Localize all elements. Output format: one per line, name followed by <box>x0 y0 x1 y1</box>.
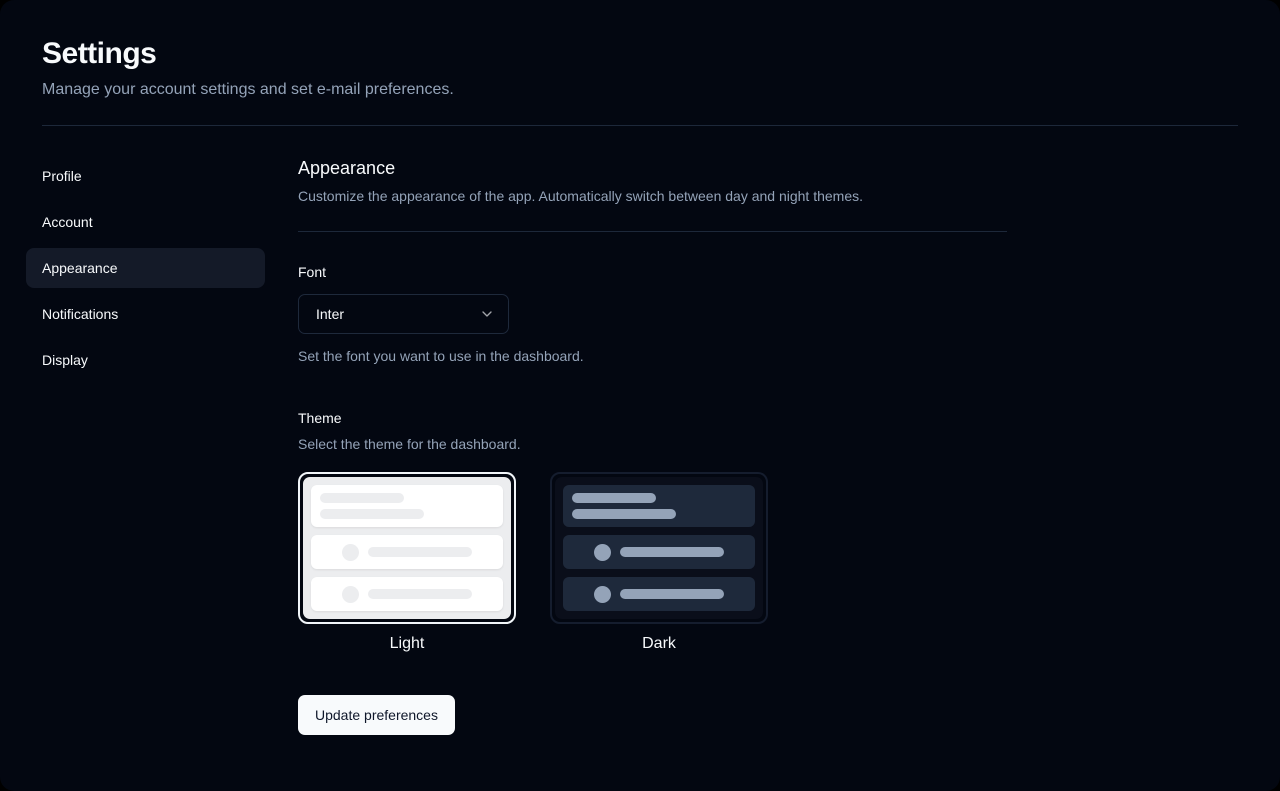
settings-page: Settings Manage your account settings an… <box>0 0 1280 791</box>
theme-option-light-label: Light <box>389 635 425 653</box>
theme-field-label: Theme <box>298 409 342 426</box>
skeleton-bar <box>320 493 404 504</box>
light-theme-preview <box>298 472 516 625</box>
skeleton-bar <box>368 547 472 558</box>
skeleton-bar <box>572 493 656 504</box>
skeleton-circle <box>594 585 611 603</box>
header-divider <box>42 125 1238 127</box>
skeleton-bar <box>320 509 424 520</box>
font-select[interactable]: Inter <box>298 294 509 335</box>
light-preview-row-avatar <box>311 577 503 612</box>
sidebar-item-notifications[interactable]: Notifications <box>26 294 265 334</box>
theme-field-help: Select the theme for the dashboard. <box>298 435 521 452</box>
dark-preview-row-text <box>563 485 755 528</box>
page-header: Settings Manage your account settings an… <box>26 36 1280 101</box>
update-preferences-button[interactable]: Update preferences <box>298 695 455 736</box>
theme-option-dark[interactable]: Dark <box>550 472 768 653</box>
settings-sidebar: Profile Account Appearance Notifications… <box>26 156 265 735</box>
dark-preview-row-avatar <box>563 577 755 612</box>
section-divider <box>298 231 1007 233</box>
theme-option-dark-label: Dark <box>642 635 676 653</box>
sidebar-item-account[interactable]: Account <box>26 202 265 242</box>
section-title: Appearance <box>298 158 396 179</box>
skeleton-circle <box>342 543 359 561</box>
appearance-section: Appearance Customize the appearance of t… <box>298 156 1007 736</box>
dark-theme-preview <box>550 472 768 625</box>
font-select-value: Inter <box>316 306 345 323</box>
font-field-help: Set the font you want to use in the dash… <box>298 348 584 365</box>
skeleton-bar <box>368 589 472 600</box>
light-preview-row-text <box>311 485 503 528</box>
dark-preview-panel <box>555 477 763 620</box>
light-preview-panel <box>303 477 511 620</box>
light-preview-row-avatar <box>311 535 503 570</box>
skeleton-bar <box>620 547 724 558</box>
skeleton-circle <box>342 585 359 603</box>
page-subtitle: Manage your account settings and set e-m… <box>42 81 454 98</box>
font-field-label: Font <box>298 264 327 281</box>
dark-preview-row-avatar <box>563 535 755 570</box>
content-row: Profile Account Appearance Notifications… <box>26 156 1280 736</box>
theme-option-light[interactable]: Light <box>298 472 516 653</box>
skeleton-bar <box>620 589 724 600</box>
sidebar-item-appearance[interactable]: Appearance <box>26 248 265 289</box>
skeleton-circle <box>594 543 611 561</box>
theme-options: Light Dark <box>298 472 1007 653</box>
chevron-down-icon <box>482 311 492 317</box>
skeleton-bar <box>572 509 676 520</box>
section-description: Customize the appearance of the app. Aut… <box>298 187 864 204</box>
page-title: Settings <box>42 37 157 70</box>
sidebar-item-display[interactable]: Display <box>26 340 265 380</box>
sidebar-item-profile[interactable]: Profile <box>26 156 265 196</box>
